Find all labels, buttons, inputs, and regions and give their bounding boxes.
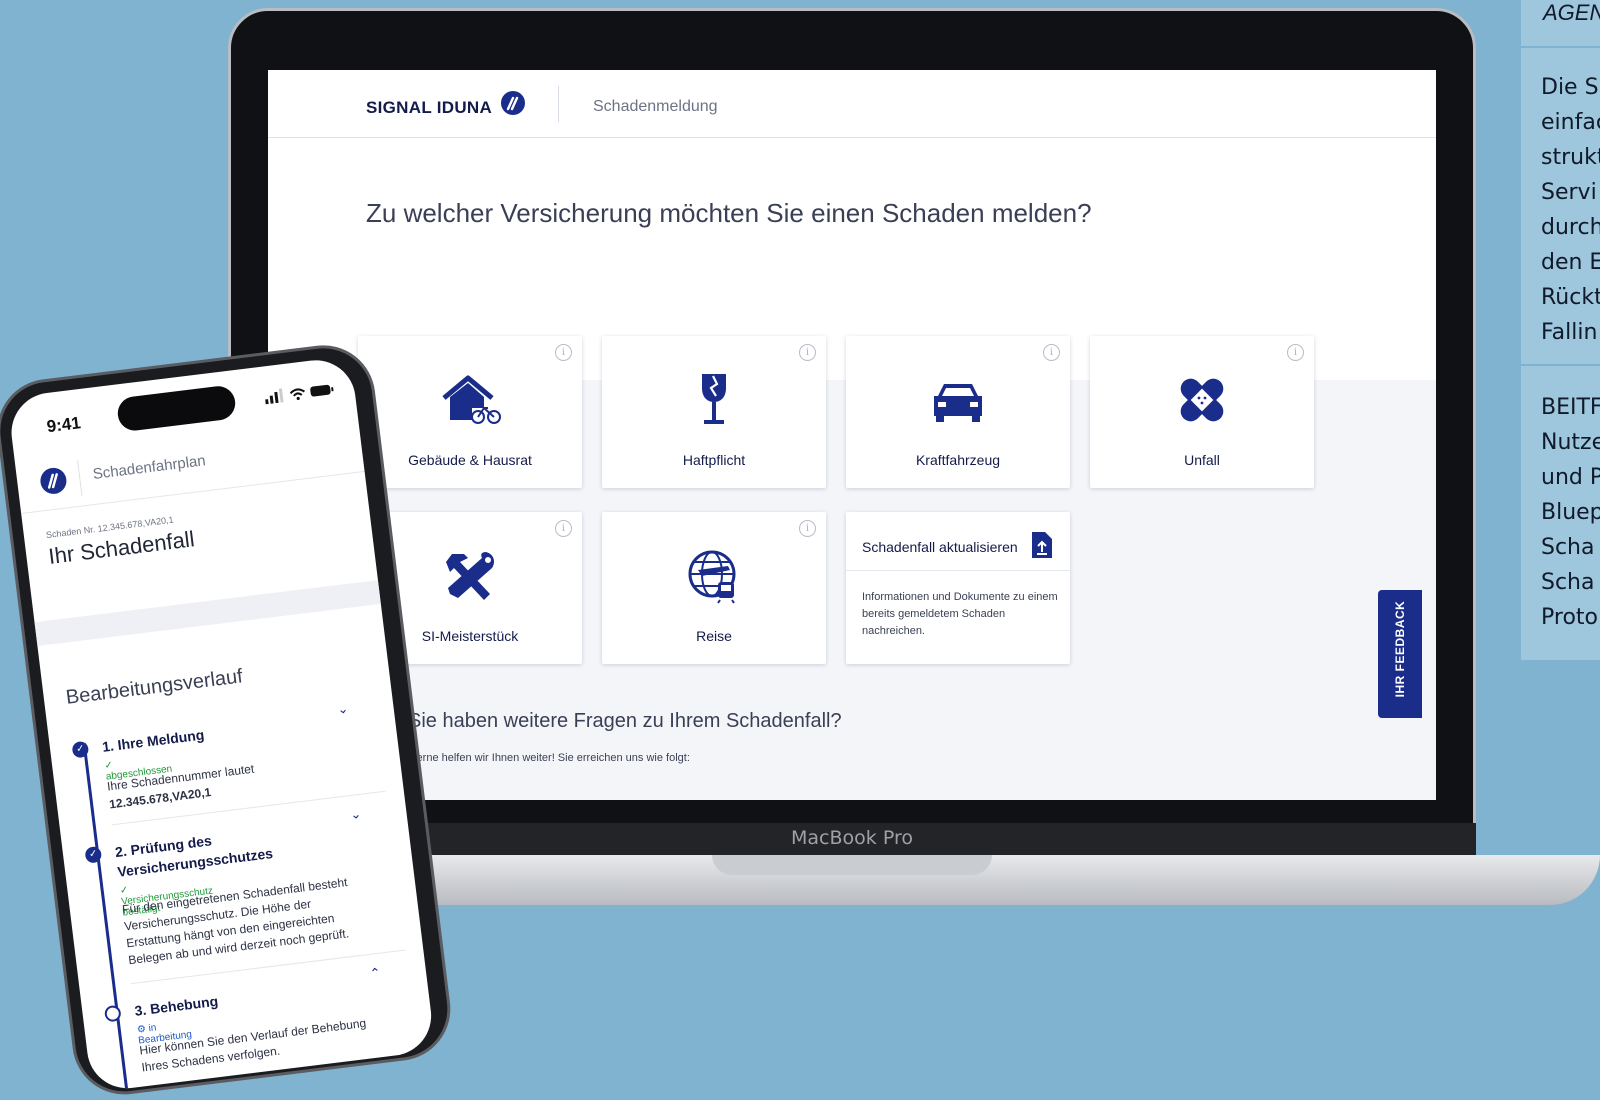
card-reise[interactable]: i Reise — [602, 512, 826, 664]
laptop-hinge-notch — [712, 855, 992, 875]
house-bicycle-icon — [442, 375, 501, 424]
phone-section-title: Schadenfahrplan — [91, 452, 207, 483]
globe-travel-icon — [688, 550, 736, 604]
tools-icon — [446, 552, 494, 600]
intro-text: Die S einfac strukt Servi durch den E Rü… — [1541, 75, 1600, 345]
header-divider — [77, 459, 83, 496]
status-bar-icons — [265, 384, 334, 405]
brand-name[interactable]: SIGNAL IDUNA — [366, 98, 492, 118]
update-claim-description: Informationen und Dokumente zu einem ber… — [862, 591, 1058, 637]
contribution-text: BEITF Nutze und P Bluep Scha Scha Proto — [1541, 395, 1600, 630]
feedback-tab[interactable]: IHR FEEDBACK — [1378, 590, 1422, 718]
dynamic-island — [115, 384, 238, 433]
step-title: 2. Prüfung des Versicherungsschutzes — [114, 832, 274, 880]
divider — [1521, 364, 1600, 366]
upload-document-icon[interactable] — [1032, 532, 1052, 558]
chevron-down-icon[interactable]: ⌄ — [349, 806, 362, 823]
signal-iduna-logo-icon[interactable] — [38, 465, 69, 496]
section-band — [34, 580, 381, 647]
info-icon[interactable]: i — [1043, 344, 1060, 361]
faq-text: Gerne helfen wir Ihnen weiter! Sie errei… — [408, 752, 690, 764]
card-unfall[interactable]: i Unfall — [1090, 336, 1314, 488]
card-divider — [846, 570, 1070, 571]
card-label: Haftpflicht — [682, 452, 746, 468]
info-icon[interactable]: i — [555, 344, 572, 361]
chevron-down-icon[interactable]: ⌄ — [336, 701, 349, 718]
card-kraftfahrzeug[interactable]: i Kraftfahrzeug — [846, 336, 1070, 488]
bandage-icon — [1180, 378, 1224, 422]
info-icon[interactable]: i — [1287, 344, 1304, 361]
signal-iduna-logo-icon[interactable] — [500, 90, 526, 116]
car-icon — [934, 384, 982, 422]
laptop-screen: SIGNAL IDUNA Schadenmeldung Zu welcher V… — [268, 70, 1436, 800]
history-heading: Bearbeitungsverlauf — [64, 665, 244, 709]
update-claim-title[interactable]: Schadenfall aktualisieren — [862, 539, 1018, 555]
faq-heading: Sie haben weitere Fragen zu Ihrem Schade… — [408, 710, 842, 732]
info-icon[interactable]: i — [555, 520, 572, 537]
update-claim-card[interactable]: Schadenfall aktualisieren Informationen … — [846, 512, 1070, 664]
step-title: 3. Behebung — [133, 992, 219, 1019]
card-label: Kraftfahrzeug — [915, 452, 1001, 468]
card-label: Unfall — [1184, 452, 1220, 468]
header-section-title: Schadenmeldung — [593, 98, 718, 115]
card-label: Reise — [696, 628, 732, 644]
info-icon[interactable]: i — [799, 344, 816, 361]
site-header: SIGNAL IDUNA Schadenmeldung — [268, 70, 1436, 138]
side-info-panel: AGEN Die S einfac strukt Servi durch den… — [1521, 0, 1600, 660]
header-divider — [558, 86, 559, 122]
card-label: Gebäude & Hausrat — [408, 452, 532, 468]
chevron-up-icon[interactable]: ⌃ — [369, 965, 382, 982]
page-title: Zu welcher Versicherung möchten Sie eine… — [366, 198, 1092, 228]
status-time: 9:41 — [45, 413, 82, 437]
info-icon[interactable]: i — [799, 520, 816, 537]
broken-glass-icon — [702, 374, 726, 424]
card-gebaeude-hausrat[interactable]: i Gebäude & Hausrat — [358, 336, 582, 488]
agency-label: AGEN — [1543, 0, 1600, 25]
card-haftpflicht[interactable]: i Haftpflicht — [602, 336, 826, 488]
divider — [1521, 46, 1600, 48]
feedback-label: IHR FEEDBACK — [1393, 600, 1407, 698]
step-title: 1. Ihre Meldung — [101, 726, 206, 755]
